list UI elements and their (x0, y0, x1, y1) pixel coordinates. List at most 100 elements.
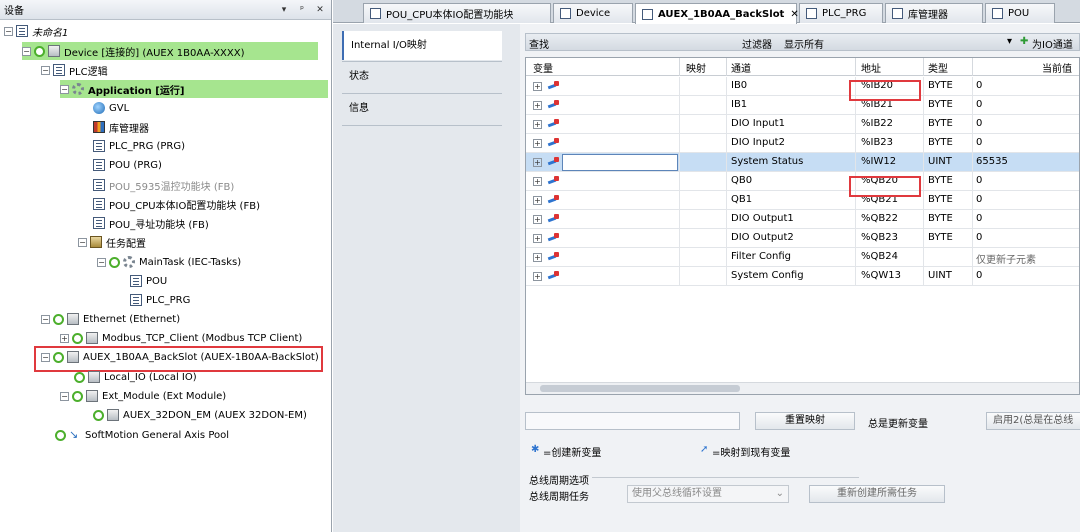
tree-item-pou-5935[interactable]: POU_5935温控功能块 (FB) (93, 176, 234, 194)
expand-icon[interactable]: + (533, 101, 542, 110)
tree-item-gvl[interactable]: GVL (93, 99, 129, 117)
tree-item-ethernet[interactable]: − Ethernet (Ethernet) (41, 310, 180, 328)
tab-plc-prg[interactable]: PLC_PRG (799, 3, 883, 23)
tree-item-maintask[interactable]: − MainTask (IEC-Tasks) (97, 253, 241, 271)
collapse-icon[interactable]: − (78, 237, 87, 247)
scrollbar-thumb[interactable] (540, 385, 740, 392)
close-icon[interactable]: ✕ (313, 3, 327, 17)
editor-side-nav: Internal I/O映射 状态 信息 (333, 24, 520, 532)
table-row[interactable]: + QB0 %QB20 BYTE 0 (526, 172, 1079, 191)
column-header-address[interactable]: 地址 (861, 60, 881, 75)
tree-item-pou[interactable]: POU (PRG) (93, 156, 162, 174)
column-header-type[interactable]: 类型 (928, 60, 948, 75)
io-mapping-icon (548, 157, 562, 168)
expand-icon[interactable]: + (533, 82, 542, 91)
tab-pou-cpu-io[interactable]: POU_CPU本体IO配置功能块 (363, 3, 551, 23)
collapse-icon[interactable]: − (41, 314, 50, 324)
recreate-task-button[interactable]: 重新创建所需任务 (809, 485, 945, 503)
collapse-icon[interactable]: − (60, 84, 69, 94)
collapse-icon[interactable]: − (41, 65, 50, 75)
expand-icon[interactable]: + (533, 196, 542, 205)
collapse-icon[interactable]: − (60, 391, 69, 401)
tree-item-application[interactable]: − Application [运行] (60, 80, 328, 98)
type-cell: BYTE (928, 137, 953, 148)
variable-input[interactable] (562, 154, 678, 171)
column-header-current-value[interactable]: 当前值 (1042, 60, 1072, 75)
filter-select[interactable]: 显示所有 (784, 36, 824, 51)
tree-item-device[interactable]: − Device [连接的] (AUEX 1B0AA-XXXX) (22, 42, 318, 60)
tree-item-plc-prg[interactable]: PLC_PRG (PRG) (93, 137, 185, 155)
table-row[interactable]: + System Config %QW13 UINT 0 (526, 267, 1079, 286)
filter-dropdown-icon[interactable]: ▾ (1007, 36, 1012, 47)
current-value-cell: 0 (976, 232, 983, 243)
collapse-icon[interactable]: − (22, 46, 31, 56)
tab-library-manager[interactable]: 库管理器 (885, 3, 983, 23)
always-update-select[interactable]: 启用2(总是在总线 (986, 412, 1080, 430)
bus-cycle-task-select[interactable]: 使用父总线循环设置 ⌄ (627, 485, 789, 503)
tab-label: 库管理器 (908, 10, 948, 21)
side-nav-io-mapping[interactable]: Internal I/O映射 (342, 31, 502, 60)
expand-icon[interactable]: + (533, 253, 542, 262)
tree-item-library-manager[interactable]: 库管理器 (93, 118, 149, 136)
tab-backslot[interactable]: AUEX_1B0AA_BackSlot ✕ (635, 3, 799, 24)
status-ok-icon (93, 409, 104, 421)
column-header-mapping[interactable]: 映射 (686, 60, 706, 75)
reset-mapping-button[interactable]: 重置映射 (755, 412, 855, 430)
expand-icon[interactable]: + (533, 139, 542, 148)
table-row[interactable]: + IB0 %IB20 BYTE 0 (526, 77, 1079, 96)
tree-item-task-plc-prg[interactable]: PLC_PRG (130, 291, 190, 309)
expand-icon[interactable]: + (533, 272, 542, 281)
type-cell: BYTE (928, 99, 953, 110)
tree-item-ext-module[interactable]: − Ext_Module (Ext Module) (60, 387, 226, 405)
tree-item-task-config[interactable]: − 任务配置 (78, 233, 146, 251)
pou-icon (992, 8, 1003, 19)
table-row[interactable]: + DIO Output1 %QB22 BYTE 0 (526, 210, 1079, 229)
tree-item-local-io[interactable]: Local_IO (Local IO) (74, 368, 197, 386)
tab-device[interactable]: Device (553, 3, 633, 23)
side-nav-status[interactable]: 状态 (342, 62, 502, 91)
expand-icon[interactable]: + (533, 215, 542, 224)
horizontal-scrollbar[interactable] (526, 382, 1079, 394)
tab-pou[interactable]: POU (985, 3, 1055, 23)
side-nav-info[interactable]: 信息 (342, 94, 502, 123)
column-header-channel[interactable]: 通道 (731, 60, 751, 75)
io-mapping-icon (548, 252, 562, 263)
collapse-icon[interactable]: − (97, 257, 106, 267)
add-fb-button[interactable]: 为IO通道 (1032, 36, 1073, 51)
tree-item-task-pou[interactable]: POU (130, 272, 167, 290)
panel-dropdown-icon[interactable]: ▾ (277, 3, 291, 17)
current-value-cell: 0 (976, 80, 983, 91)
tree-item-softmotion[interactable]: ↘ SoftMotion General Axis Pool (55, 426, 229, 444)
pin-icon[interactable]: ᵖ (295, 3, 309, 17)
table-row[interactable]: + DIO Input1 %IB22 BYTE 0 (526, 115, 1079, 134)
expand-icon[interactable]: + (60, 333, 69, 343)
expand-icon[interactable]: + (533, 177, 542, 186)
expand-icon[interactable]: + (533, 234, 542, 243)
table-row[interactable]: + System Status %IW12 UINT 65535 (526, 153, 1079, 172)
close-tab-icon[interactable]: ✕ (790, 9, 798, 20)
table-row[interactable]: + Filter Config %QB24 仅更新子元素 (526, 248, 1079, 267)
add-icon[interactable]: ✚ (1020, 36, 1028, 47)
tree-item-32don[interactable]: AUEX_32DON_EM (AUEX 32DON-EM) (93, 406, 307, 424)
table-row[interactable]: + QB1 %QB21 BYTE 0 (526, 191, 1079, 210)
modbus-icon (86, 332, 98, 344)
column-header-variable[interactable]: 变量 (533, 60, 553, 75)
tab-label: AUEX_1B0AA_BackSlot (658, 8, 785, 20)
tree-item-pou-addressing[interactable]: POU_寻址功能块 (FB) (93, 214, 209, 232)
tree-item-project[interactable]: − 未命名1 (4, 22, 68, 40)
mapping-search-input[interactable] (525, 412, 740, 430)
tab-label: PLC_PRG (822, 8, 867, 19)
table-row[interactable]: + DIO Input2 %IB23 BYTE 0 (526, 134, 1079, 153)
tab-label: POU_CPU本体IO配置功能块 (386, 10, 514, 21)
table-row[interactable]: + DIO Output2 %QB23 BYTE 0 (526, 229, 1079, 248)
tree-item-plc-logic[interactable]: − PLC逻辑 (41, 61, 108, 79)
tree-item-pou-cpu-io[interactable]: POU_CPU本体IO配置功能块 (FB) (93, 195, 260, 213)
table-row[interactable]: + IB1 %IB21 BYTE 0 (526, 96, 1079, 115)
expand-icon[interactable]: + (533, 120, 542, 129)
chevron-down-icon: ⌄ (775, 488, 784, 499)
expand-icon[interactable]: + (533, 158, 542, 167)
tree-item-modbus[interactable]: + Modbus_TCP_Client (Modbus TCP Client) (60, 329, 302, 347)
search-label[interactable]: 查找 (529, 36, 549, 51)
collapse-icon[interactable]: − (4, 26, 13, 36)
current-value-cell: 0 (976, 270, 983, 281)
